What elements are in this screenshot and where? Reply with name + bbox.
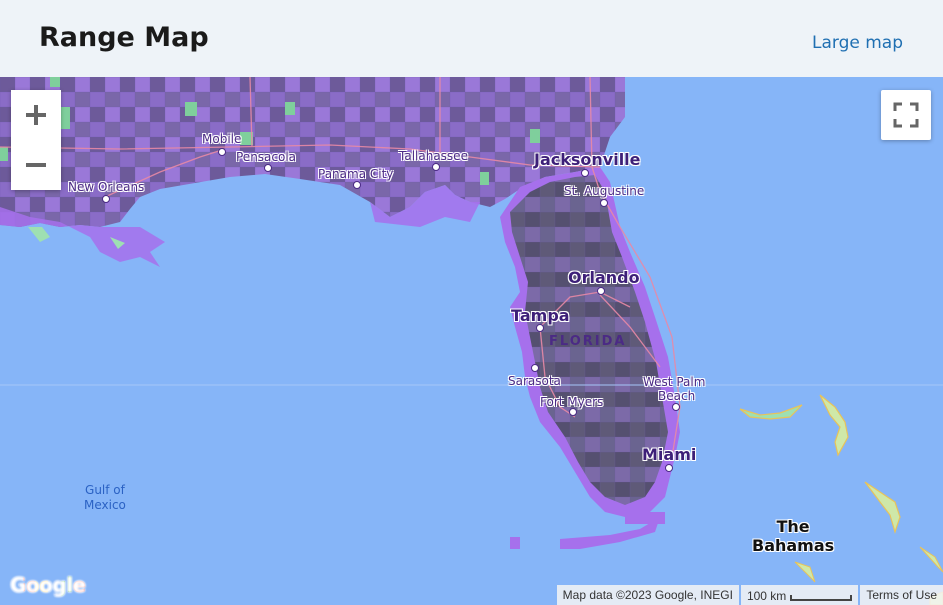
city-dot-new-orleans [102,195,110,203]
map-attribution: Map data ©2023 Google, INEGI 100 km Term… [555,585,943,605]
city-dot-orlando [597,287,605,295]
fullscreen-icon [893,102,919,128]
city-dot-panama-city [353,181,361,189]
city-dot-mobile [218,148,226,156]
label-st-augustine: St. Augustine [564,184,645,198]
map-scale[interactable]: 100 km [740,585,859,605]
city-dot-tampa [536,324,544,332]
label-beach: Beach [658,389,696,403]
map-data-attribution[interactable]: Map data ©2023 Google, INEGI [556,585,739,605]
zoom-out-button[interactable] [11,140,61,190]
city-dot-jacksonville [581,169,589,177]
label-sarasota: Sarasota [508,374,561,388]
google-logo-text: Google [10,573,86,597]
google-logo[interactable]: Google [10,573,86,597]
plus-icon [26,105,46,125]
label-tampa: Tampa [511,306,570,325]
label-orlando: Orlando [568,268,640,287]
label-west-palm: West Palm [643,375,706,389]
scale-label: 100 km [746,589,787,603]
label-fort-myers: Fort Myers [540,395,604,409]
label-the-bahamas: The Bahamas [752,517,834,555]
label-gulf-of: Gulf of [85,483,125,497]
city-dot-st-augustine [600,199,608,207]
city-dot-pensacola [264,164,272,172]
label-miami: Miami [642,445,697,464]
city-dot-west-palm-beach [672,403,680,411]
bahamas-islands [739,394,943,605]
label-new-orleans: New Orleans [68,180,145,194]
label-mobile: Mobile [202,132,242,146]
label-florida: FLORIDA [549,334,627,349]
label-bahamas: Bahamas [752,536,835,555]
scale-bar [790,595,853,601]
label-gulf-of-mexico: Gulf of Mexico [84,483,126,513]
label-tallahassee: Tallahassee [399,149,468,163]
label-panama-city: Panama City [318,167,394,181]
page-title: Range Map [39,22,209,53]
range-map[interactable]: Mobile Pensacola Tallahassee New Orleans… [0,77,943,605]
zoom-in-button[interactable] [11,90,61,140]
zoom-control [11,90,61,190]
fullscreen-button[interactable] [881,90,931,140]
label-the: The [776,517,810,536]
city-dot-miami [665,464,673,472]
page-header: Range Map Large map [0,0,943,77]
label-mexico: Mexico [84,498,126,512]
label-pensacola: Pensacola [236,150,297,164]
minus-icon [26,163,46,167]
label-jacksonville: Jacksonville [534,150,641,169]
city-dot-tallahassee [432,163,440,171]
city-dot-sarasota [531,364,539,372]
city-dot-fort-myers [569,408,577,416]
large-map-link[interactable]: Large map [812,33,903,53]
terms-of-use-link[interactable]: Terms of Use [860,585,943,605]
